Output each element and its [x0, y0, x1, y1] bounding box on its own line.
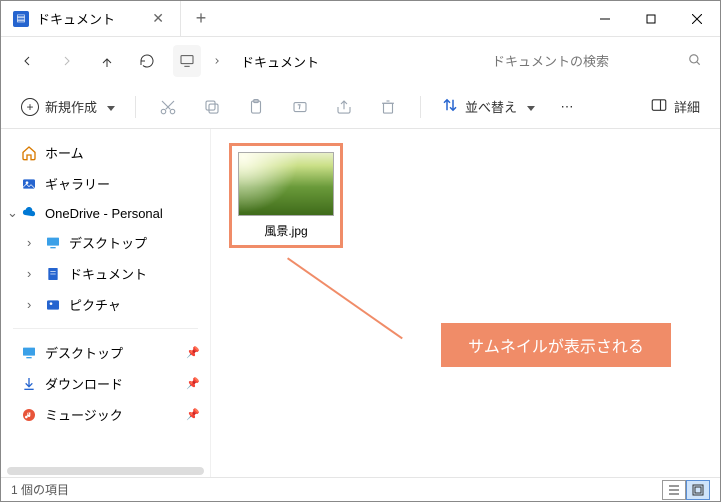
- file-name: 風景.jpg: [238, 222, 334, 239]
- document-icon: [45, 266, 61, 282]
- gallery-icon: [21, 176, 37, 192]
- more-button[interactable]: ⋯: [549, 95, 585, 119]
- icon-view-button[interactable]: [686, 480, 710, 500]
- divider: [135, 96, 136, 118]
- sidebar-label: ダウンロード: [45, 374, 123, 393]
- copy-button[interactable]: [194, 94, 230, 120]
- sort-label: 並べ替え: [465, 97, 517, 116]
- monitor-icon[interactable]: [173, 45, 201, 77]
- tab-documents[interactable]: ▤ ドキュメント ✕: [1, 1, 181, 36]
- refresh-button[interactable]: [129, 43, 165, 79]
- sidebar-item-onedrive[interactable]: ⌄ OneDrive - Personal: [1, 199, 210, 227]
- plus-circle-icon: +: [21, 98, 39, 116]
- home-icon: [21, 145, 37, 161]
- sidebar-item-od-documents[interactable]: › ドキュメント: [1, 258, 210, 289]
- pin-icon: 📌: [186, 408, 200, 421]
- sidebar-label: ドキュメント: [69, 264, 147, 283]
- sort-button[interactable]: 並べ替え: [435, 92, 541, 121]
- divider: [13, 328, 198, 329]
- annotation-text: サムネイルが表示される: [468, 333, 644, 357]
- sort-icon: [441, 96, 459, 117]
- minimize-button[interactable]: [582, 1, 628, 37]
- scrollbar[interactable]: [7, 467, 204, 475]
- search-input[interactable]: [492, 54, 680, 69]
- document-icon: ▤: [13, 11, 29, 27]
- chevron-down-icon: [523, 99, 535, 114]
- sidebar-item-od-pictures[interactable]: › ピクチャ: [1, 289, 210, 320]
- sidebar: ホーム ギャラリー ⌄ OneDrive - Personal › デスクトップ…: [1, 129, 211, 477]
- sidebar-label: ギャラリー: [45, 174, 110, 193]
- sidebar-label: デスクトップ: [45, 343, 123, 362]
- music-icon: [21, 407, 37, 423]
- divider: [420, 96, 421, 118]
- sidebar-label: ピクチャ: [69, 295, 121, 314]
- search-icon: [688, 53, 702, 70]
- onedrive-icon: [21, 205, 37, 221]
- desktop-icon: [45, 235, 61, 251]
- back-button[interactable]: [9, 43, 45, 79]
- file-thumbnail: [238, 152, 334, 216]
- up-button[interactable]: [89, 43, 125, 79]
- maximize-button[interactable]: [628, 1, 674, 37]
- file-pane[interactable]: 風景.jpg サムネイルが表示される: [211, 129, 720, 477]
- new-label: 新規作成: [45, 97, 97, 116]
- pictures-icon: [45, 297, 61, 313]
- tab-title: ドキュメント: [37, 9, 140, 28]
- search-box[interactable]: [482, 53, 712, 70]
- details-pane-button[interactable]: 詳細: [644, 92, 706, 121]
- delete-button[interactable]: [370, 94, 406, 120]
- rename-button[interactable]: [282, 94, 318, 120]
- status-text: 1 個の項目: [11, 481, 69, 498]
- sidebar-label: OneDrive - Personal: [45, 206, 163, 221]
- chevron-right-icon[interactable]: ›: [27, 235, 41, 250]
- sidebar-item-home[interactable]: ホーム: [1, 137, 210, 168]
- new-button[interactable]: + 新規作成: [15, 93, 121, 120]
- sidebar-item-gallery[interactable]: ギャラリー: [1, 168, 210, 199]
- sidebar-item-music[interactable]: ミュージック 📌: [1, 399, 210, 430]
- details-pane-icon: [650, 96, 668, 117]
- annotation-callout: サムネイルが表示される: [441, 323, 671, 367]
- sidebar-item-od-desktop[interactable]: › デスクトップ: [1, 227, 210, 258]
- sidebar-item-desktop[interactable]: デスクトップ 📌: [1, 337, 210, 368]
- desktop-icon: [21, 345, 37, 361]
- file-item[interactable]: 風景.jpg: [229, 143, 343, 248]
- chevron-right-icon[interactable]: ›: [27, 266, 41, 281]
- tab-close-button[interactable]: ✕: [148, 10, 168, 27]
- details-label: 詳細: [674, 97, 700, 116]
- list-view-button[interactable]: [662, 480, 686, 500]
- close-window-button[interactable]: [674, 1, 720, 37]
- pin-icon: 📌: [186, 377, 200, 390]
- annotation-line: [287, 257, 403, 339]
- pin-icon: 📌: [186, 346, 200, 359]
- sidebar-label: ホーム: [45, 143, 84, 162]
- chevron-down-icon: [103, 99, 115, 114]
- forward-button[interactable]: [49, 43, 85, 79]
- sidebar-label: デスクトップ: [69, 233, 147, 252]
- new-tab-button[interactable]: +: [181, 8, 221, 29]
- paste-button[interactable]: [238, 94, 274, 120]
- downloads-icon: [21, 376, 37, 392]
- chevron-down-icon[interactable]: ⌄: [7, 205, 21, 221]
- share-button[interactable]: [326, 94, 362, 120]
- cut-button[interactable]: [150, 94, 186, 120]
- breadcrumb-chevron[interactable]: [205, 47, 229, 75]
- sidebar-item-downloads[interactable]: ダウンロード 📌: [1, 368, 210, 399]
- sidebar-label: ミュージック: [45, 405, 123, 424]
- breadcrumb-current[interactable]: ドキュメント: [241, 52, 319, 71]
- chevron-right-icon[interactable]: ›: [27, 297, 41, 312]
